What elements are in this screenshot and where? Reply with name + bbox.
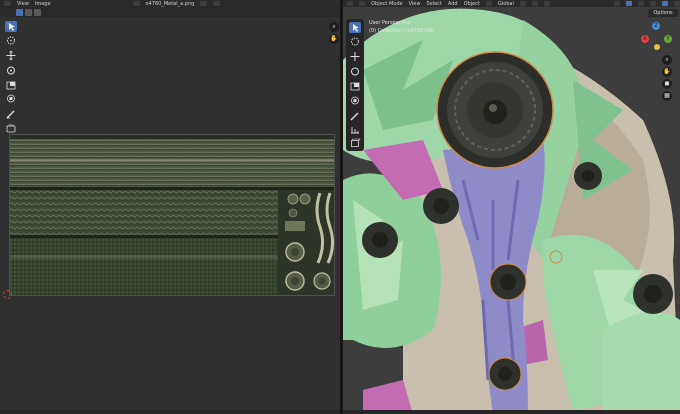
xray-icon[interactable] (649, 1, 656, 6)
uv-sync-icon[interactable] (25, 8, 32, 16)
menu-add[interactable]: Add (448, 1, 458, 7)
select-box-icon[interactable] (349, 22, 361, 33)
pan-hand-icon[interactable]: ✋ (662, 67, 672, 77)
shading-material-icon[interactable] (674, 1, 680, 6)
2d-cursor[interactable] (3, 290, 12, 299)
menu-object[interactable]: Object (464, 1, 480, 7)
scale-icon[interactable] (349, 81, 361, 92)
uv-island-icon[interactable] (34, 8, 41, 16)
transform-icon[interactable] (349, 95, 361, 106)
axis-x-gizmo[interactable]: X (641, 35, 649, 43)
pan-hand-icon-uv[interactable]: ✋ (329, 34, 339, 44)
annotate-icon[interactable] (349, 111, 361, 122)
3d-viewport[interactable] (343, 0, 680, 414)
editor-type-button[interactable] (4, 1, 11, 6)
viewport-toolbar (346, 19, 364, 151)
cursor-icon[interactable] (5, 35, 17, 46)
viewport-status-bar (343, 410, 680, 414)
object-mode-dropdown[interactable]: Object Mode (371, 1, 403, 7)
options-button[interactable]: Options (648, 9, 678, 17)
scene-render (343, 8, 680, 414)
add-cube-icon[interactable] (349, 138, 361, 149)
texture-pattern (10, 135, 334, 295)
orientation-icon[interactable] (485, 1, 492, 6)
pivot-icon[interactable] (519, 1, 526, 6)
annotate-icon[interactable] (5, 109, 17, 120)
viewport-header: Object Mode View Select Add Object Globa… (343, 0, 680, 7)
image-editor-header: View Image o4760_Metal_a.png (0, 0, 340, 7)
collection-label: (0) Collection | o4760.040 (369, 28, 435, 34)
visibility-icon[interactable] (613, 1, 620, 6)
select-box-icon[interactable] (5, 21, 17, 32)
orientation-dropdown[interactable]: Global (498, 1, 514, 7)
zoom-icon-uv[interactable]: ⌕ (329, 22, 339, 32)
zoom-icon[interactable]: ⌕ (662, 55, 672, 65)
view-perspective-label: User Perspective (369, 20, 411, 26)
texture-image[interactable] (9, 134, 335, 296)
uv-sync-bar (0, 7, 340, 17)
axis-y-gizmo[interactable]: Y (664, 35, 672, 43)
menu-view[interactable]: View (17, 1, 29, 7)
browse-image-button[interactable] (132, 1, 140, 6)
rotate-icon[interactable] (5, 65, 17, 76)
image-name-field[interactable]: o4760_Metal_a.png (146, 1, 195, 7)
measure-icon[interactable] (349, 124, 361, 135)
scale-icon[interactable] (5, 80, 17, 91)
menu-select[interactable]: Select (426, 1, 441, 7)
move-icon[interactable] (349, 51, 361, 62)
proportional-icon[interactable] (543, 1, 551, 6)
close-image-icon[interactable] (213, 1, 221, 6)
snap-icon[interactable] (531, 1, 538, 6)
shading-solid-icon[interactable] (661, 1, 669, 6)
object-mode-icon[interactable] (359, 1, 366, 6)
overlay-icon[interactable] (637, 1, 644, 6)
viewport-info: User Perspective (0) Collection | o4760.… (369, 19, 434, 35)
grab-icon[interactable] (5, 123, 17, 134)
editor-type-button-3d[interactable] (347, 1, 354, 6)
status-bar (0, 410, 340, 414)
move-icon[interactable] (5, 50, 17, 61)
uv-select-mode-icon[interactable] (16, 8, 23, 16)
ortho-grid-icon[interactable]: ▦ (662, 91, 672, 101)
gizmo-toggle-icon[interactable] (625, 1, 632, 6)
rotate-icon[interactable] (349, 66, 361, 77)
menu-image[interactable]: Image (35, 1, 51, 7)
camera-icon[interactable]: ◼ (662, 79, 672, 89)
gizmo-center-icon[interactable] (654, 44, 660, 50)
image-editor: View Image o4760_Metal_a.png (0, 0, 340, 414)
cursor-icon[interactable] (349, 36, 361, 47)
menu-view-3d[interactable]: View (409, 1, 421, 7)
transform-icon[interactable] (5, 93, 17, 104)
axis-z-gizmo[interactable]: Z (652, 22, 660, 30)
new-image-icon[interactable] (200, 1, 208, 6)
